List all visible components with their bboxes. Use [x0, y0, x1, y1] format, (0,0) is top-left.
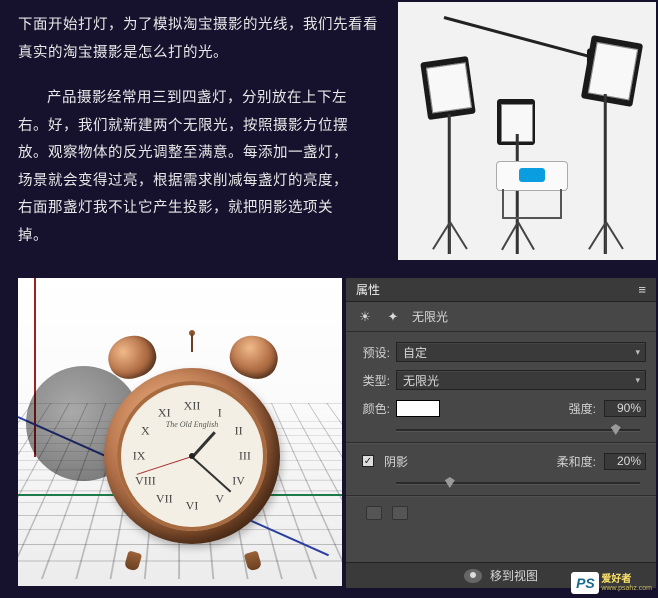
- tab-properties[interactable]: 属性: [356, 281, 380, 298]
- softness-label: 柔和度:: [557, 453, 596, 470]
- eye-icon[interactable]: [464, 569, 482, 583]
- shadow-checkbox[interactable]: ✓: [362, 455, 374, 467]
- softness-slider[interactable]: [396, 475, 640, 491]
- clock-3d-render-image: The Old English XII I II III IV V VI VII…: [18, 278, 342, 586]
- shadow-label: 阴影: [384, 453, 408, 470]
- paragraph-2: 产品摄影经常用三到四盏灯，分别放在上下左右。好，我们就新建两个无限光，按照摄影方…: [18, 85, 360, 250]
- properties-panel: 属性 ≡ ☀ ✦ 无限光 预设: 自定 ▾ 类型: 无限光 ▾ 颜色: 强度: …: [346, 278, 656, 588]
- globe-icon[interactable]: [366, 506, 382, 520]
- chevron-down-icon: ▾: [635, 375, 640, 386]
- softness-value-input[interactable]: 20%: [604, 453, 646, 470]
- color-swatch[interactable]: [396, 400, 440, 417]
- preset-value: 自定: [403, 344, 427, 361]
- chevron-down-icon: ▾: [635, 347, 640, 358]
- light-type-title: 无限光: [412, 308, 448, 325]
- watermark-logo: PS: [571, 572, 599, 594]
- sun-icon[interactable]: ☀: [356, 308, 374, 326]
- watermark-url: www.psahz.com: [601, 585, 652, 592]
- type-value: 无限光: [403, 372, 439, 389]
- panel-menu-icon[interactable]: ≡: [638, 282, 646, 297]
- type-dropdown[interactable]: 无限光 ▾: [396, 370, 646, 390]
- move-to-view-button[interactable]: 移到视图: [490, 567, 538, 584]
- intensity-label: 强度:: [569, 400, 596, 417]
- type-label: 类型:: [356, 372, 390, 389]
- paragraph-1: 下面开始打灯，为了模拟淘宝摄影的光线，我们先看看真实的淘宝摄影是怎么打的光。: [18, 12, 378, 67]
- preset-label: 预设:: [356, 344, 390, 361]
- lightbulb-icon[interactable]: ✦: [384, 308, 402, 326]
- color-label: 颜色:: [356, 400, 390, 417]
- watermark-cn: 爱好者: [601, 575, 652, 585]
- swap-icon[interactable]: [392, 506, 408, 520]
- studio-lighting-image: [398, 2, 656, 260]
- intensity-slider[interactable]: [396, 422, 640, 438]
- preset-dropdown[interactable]: 自定 ▾: [396, 342, 646, 362]
- watermark: PS 爱好者 www.psahz.com: [571, 572, 652, 594]
- intensity-value-input[interactable]: 90%: [604, 400, 646, 417]
